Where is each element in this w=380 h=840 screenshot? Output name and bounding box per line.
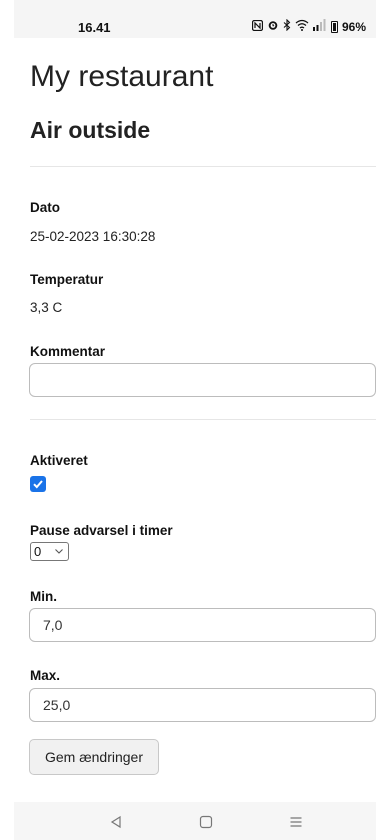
battery-percent: 96% — [341, 20, 366, 34]
nfc-icon — [251, 19, 264, 35]
comment-field[interactable] — [29, 363, 376, 397]
date-label: Dato — [30, 200, 60, 215]
alarm-icon — [267, 19, 279, 35]
divider — [30, 166, 376, 167]
wifi-icon — [295, 19, 309, 35]
battery-icon — [330, 21, 338, 33]
max-field[interactable]: 25,0 — [29, 688, 376, 722]
pause-label: Pause advarsel i timer — [30, 523, 173, 538]
temperature-value: 3,3 C — [30, 300, 63, 315]
divider — [30, 419, 376, 420]
active-checkbox[interactable] — [30, 476, 46, 492]
home-icon[interactable] — [196, 812, 216, 832]
bluetooth-icon — [283, 18, 291, 35]
active-label: Aktiveret — [30, 453, 88, 468]
menu-icon[interactable] — [286, 812, 306, 832]
page-subtitle: Air outside — [30, 117, 151, 143]
checkmark-icon — [33, 480, 43, 489]
chevron-down-icon — [55, 549, 63, 554]
status-icons: 96% — [251, 18, 366, 35]
min-field[interactable]: 7,0 — [29, 608, 376, 642]
pause-select-value: 0 — [34, 544, 42, 559]
back-icon[interactable] — [106, 812, 126, 832]
status-bar: 16.41 96% — [14, 0, 376, 38]
max-label: Max. — [30, 668, 61, 683]
temperature-label: Temperatur — [30, 272, 104, 287]
navigation-bar — [14, 802, 376, 840]
min-label: Min. — [30, 589, 57, 604]
signal-icon — [312, 19, 327, 35]
status-time: 16.41 — [78, 20, 111, 35]
app-title: My restaurant — [30, 60, 214, 93]
date-value: 25-02-2023 16:30:28 — [30, 229, 156, 244]
save-button[interactable]: Gem ændringer — [29, 739, 159, 775]
pause-select[interactable]: 0 — [30, 542, 69, 561]
comment-label: Kommentar — [30, 344, 106, 359]
